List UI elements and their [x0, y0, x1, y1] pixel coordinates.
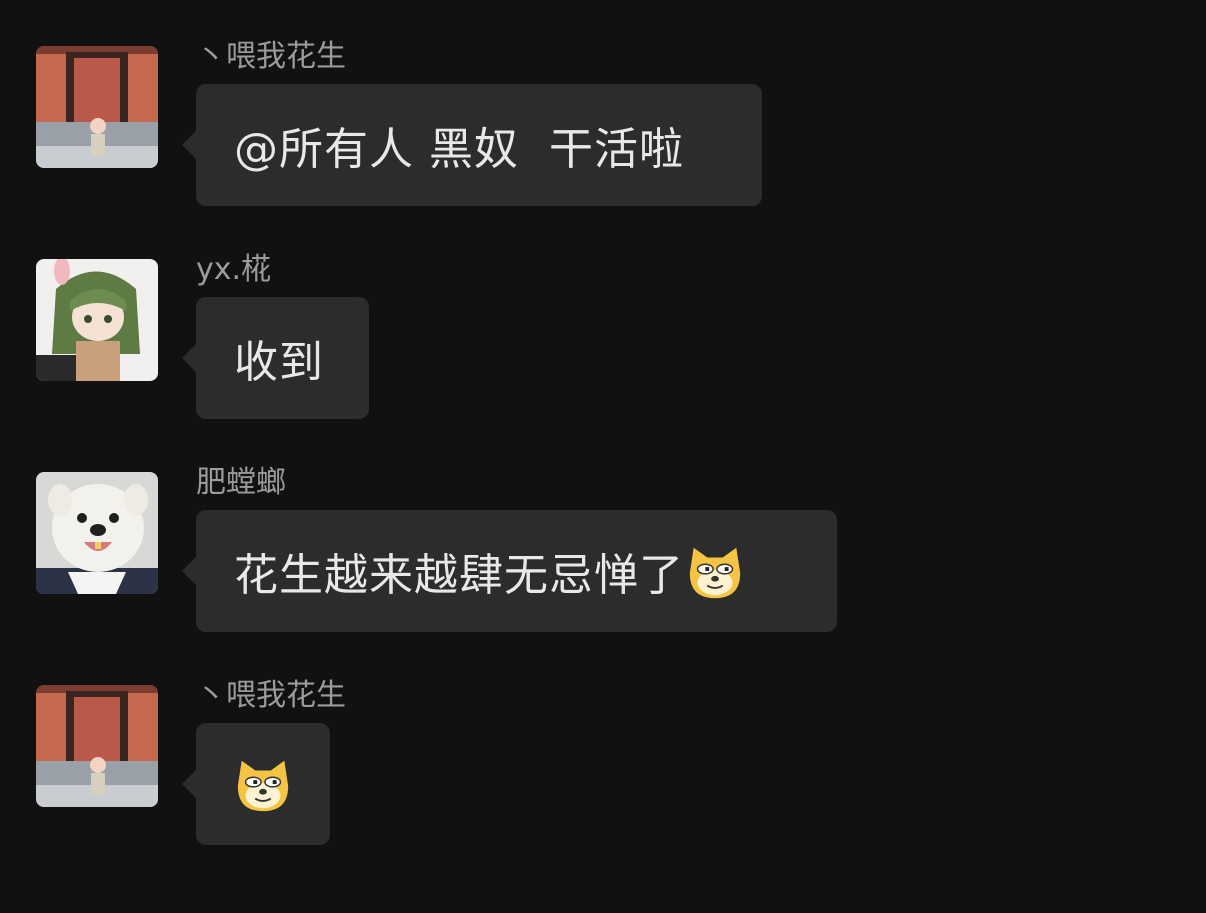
- photo-doorway-avatar: [36, 46, 158, 168]
- sender-name: 丶喂我花生: [196, 39, 346, 74]
- message-bubble[interactable]: 花生越来越肆无忌惮了: [182, 510, 837, 632]
- anime-green-hair-avatar: [36, 259, 158, 381]
- message-bubble[interactable]: [182, 723, 330, 845]
- avatar[interactable]: [36, 685, 158, 807]
- sender-name: 丶喂我花生: [196, 678, 346, 713]
- message-text: @所有人 黑奴 干活啦: [234, 124, 684, 175]
- message-text: 花生越来越肆无忌惮了: [234, 550, 684, 601]
- sender-name: yx.椛: [196, 252, 272, 287]
- avatar[interactable]: [36, 46, 158, 168]
- doge-face-icon: [684, 540, 746, 602]
- avatar[interactable]: [36, 472, 158, 594]
- chat-message-list: 丶喂我花生 @所有人 黑奴 干活啦 yx.椛 收到 肥螳螂 花生越来越肆无忌惮了…: [0, 0, 1206, 913]
- photo-doorway-avatar: [36, 685, 158, 807]
- message-bubble[interactable]: 收到: [182, 297, 369, 419]
- message-bubble[interactable]: @所有人 黑奴 干活啦: [182, 84, 762, 206]
- avatar[interactable]: [36, 259, 158, 381]
- message-text: 收到: [234, 337, 324, 388]
- doge-face-icon: [232, 753, 294, 815]
- white-dog-avatar: [36, 472, 158, 594]
- sender-name: 肥螳螂: [196, 465, 286, 500]
